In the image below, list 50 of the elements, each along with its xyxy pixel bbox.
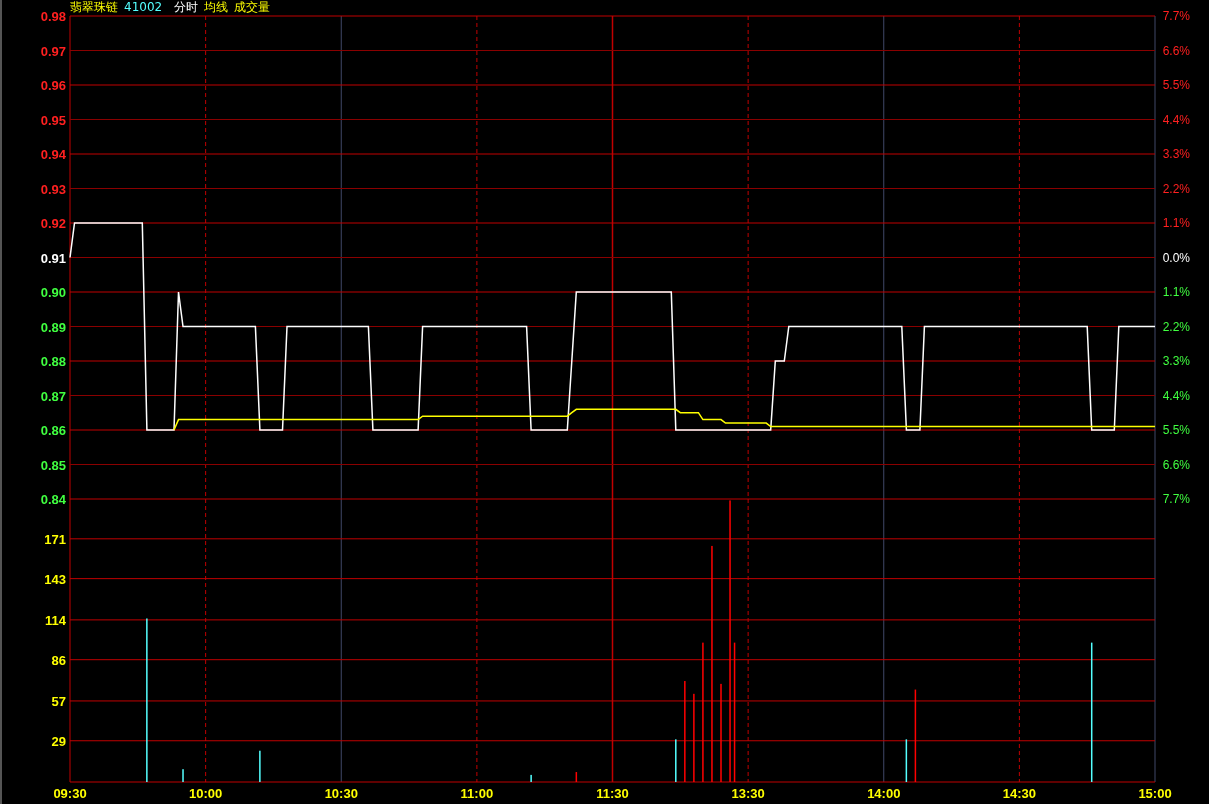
axis-label: 114 xyxy=(45,612,66,628)
axis-label: 5.5% xyxy=(1162,78,1190,92)
axis-label: 57 xyxy=(51,693,66,709)
axis-label: 2.2% xyxy=(1162,319,1190,334)
legend-label: 分时 xyxy=(174,0,199,15)
axis-label: 0.86 xyxy=(40,423,66,438)
axis-label: 0.90 xyxy=(40,285,66,300)
axis-label: 15:00 xyxy=(1138,786,1172,801)
axis-label: 29 xyxy=(51,733,66,749)
stock-name: 翡翠珠链 xyxy=(70,0,118,15)
axis-label: 0.98 xyxy=(40,9,66,24)
axis-label: 13:30 xyxy=(731,786,765,801)
stock-code: 41002 xyxy=(124,0,163,15)
axis-label: 86 xyxy=(51,652,66,668)
axis-label: 2.2% xyxy=(1162,181,1190,196)
axis-label: 6.6% xyxy=(1162,43,1190,58)
axis-label: 0.97 xyxy=(40,43,66,59)
axis-label: 4.4% xyxy=(1162,388,1190,403)
axis-label: 1.1% xyxy=(1162,216,1190,230)
axis-label: 14:00 xyxy=(867,786,901,801)
axis-label: 0.88 xyxy=(40,354,66,369)
axis-label: 3.3% xyxy=(1162,354,1190,368)
axis-label: 0.96 xyxy=(40,78,66,93)
axis-label: 0.92 xyxy=(40,216,66,231)
axis-label: 4.4% xyxy=(1162,112,1190,127)
axis-label: 7.7% xyxy=(1162,9,1190,23)
axis-label: 1.1% xyxy=(1162,285,1190,299)
axis-label: 11:00 xyxy=(460,786,494,801)
axis-label: 0.87 xyxy=(40,388,66,404)
axis-label: 14:30 xyxy=(1002,786,1036,801)
axis-label: 0.93 xyxy=(40,181,66,197)
axis-label: 5.5% xyxy=(1162,423,1190,437)
axis-label: 7.7% xyxy=(1162,492,1190,506)
axis-label: 09:30 xyxy=(53,786,87,801)
axis-label: 0.0% xyxy=(1162,250,1190,265)
axis-label: 0.84 xyxy=(40,492,66,507)
axis-label: 0.94 xyxy=(40,147,66,162)
axis-label: 143 xyxy=(44,571,66,587)
axis-label: 11:30 xyxy=(596,786,629,801)
axis-label: 6.6% xyxy=(1162,457,1190,472)
legend-label: 均线 xyxy=(204,0,229,15)
axis-label: 10:30 xyxy=(324,786,358,801)
axis-label: 0.95 xyxy=(40,112,66,128)
legend-label: 成交量 xyxy=(234,0,271,15)
axis-label: 3.3% xyxy=(1162,147,1190,161)
axis-label: 0.85 xyxy=(40,457,66,473)
axis-label: 0.89 xyxy=(40,319,66,335)
axis-label: 0.91 xyxy=(40,250,66,266)
axis-label: 10:00 xyxy=(189,786,223,801)
axis-label: 171 xyxy=(44,531,66,547)
